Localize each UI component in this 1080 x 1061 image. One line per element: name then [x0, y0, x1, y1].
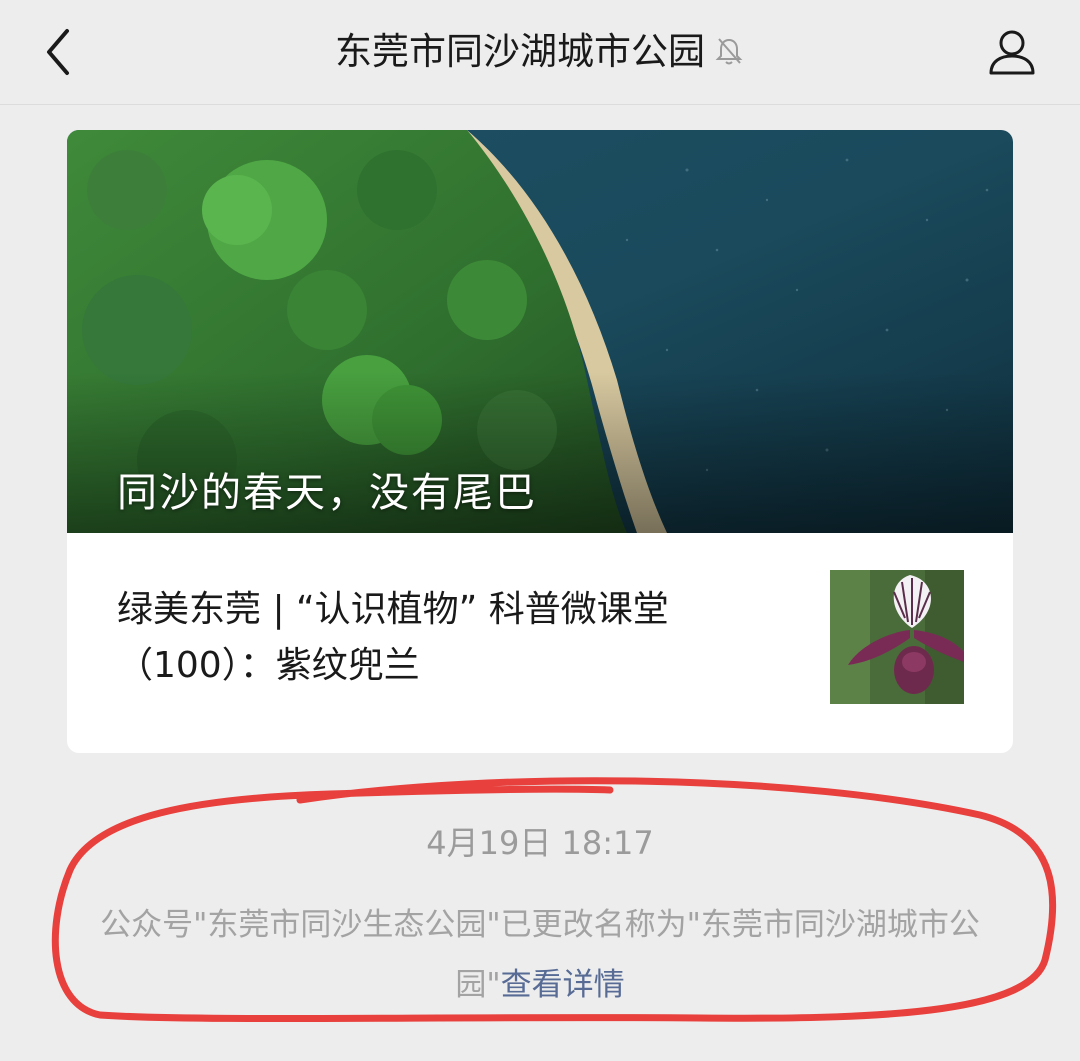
person-icon — [989, 30, 1035, 75]
cover-title: 同沙的春天，没有尾巴 — [117, 470, 537, 516]
view-details-link[interactable]: 查看详情 — [501, 967, 625, 1003]
cover-image[interactable]: 同沙的春天，没有尾巴 — [67, 130, 1013, 533]
article-card[interactable]: 同沙的春天，没有尾巴 绿美东莞 | “认识植物” 科普微课堂（100）：紫纹兜兰 — [67, 130, 1013, 753]
message-timestamp: 4月19日 18:17 — [426, 824, 654, 862]
orchid-image — [830, 570, 964, 704]
bell-muted-icon — [715, 37, 743, 64]
chat-page: 东莞市同沙湖城市公园 同沙的春天，没有尾巴 绿美东莞 | “认识植物” 科普微课… — [0, 0, 1080, 1061]
chat-title: 东莞市同沙湖城市公园 — [335, 30, 705, 73]
profile-button[interactable] — [984, 24, 1040, 80]
chat-title-wrap: 东莞市同沙湖城市公园 — [0, 26, 1080, 78]
secondary-article-title[interactable]: 绿美东莞 | “认识植物” 科普微课堂（100）：紫纹兜兰 — [117, 582, 797, 694]
orchid-thumbnail[interactable] — [830, 570, 964, 704]
top-bar: 东莞市同沙湖城市公园 — [0, 0, 1080, 105]
name-change-notice: 公众号"东莞市同沙生态公园"已更改名称为"东莞市同沙湖城市公园"查看详情 — [84, 895, 996, 1015]
